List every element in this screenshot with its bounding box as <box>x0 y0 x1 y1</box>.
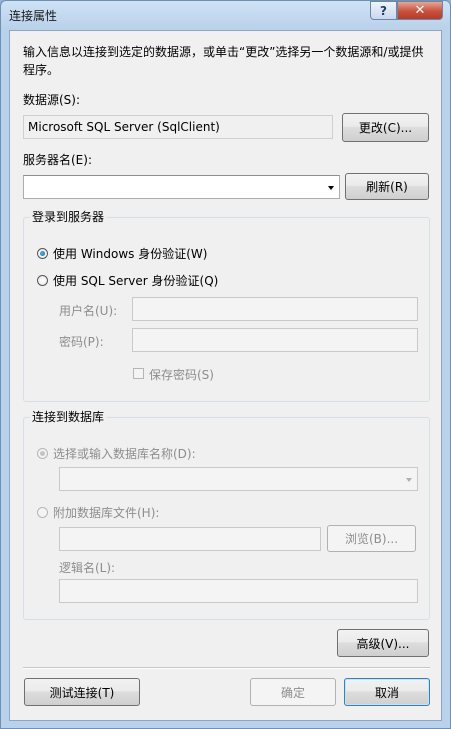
change-datasource-button[interactable]: 更改(C)... <box>342 113 429 142</box>
sql-auth-radio[interactable] <box>37 275 48 286</box>
select-db-label[interactable]: 选择或输入数据库名称(D): <box>53 445 196 462</box>
dialog-window: 连接属性 ? ✕ 输入信息以连接到选定的数据源，或单击“更改”选择另一个数据源和… <box>0 0 451 729</box>
logical-name-label: 逻辑名(L): <box>59 561 116 575</box>
test-connection-button[interactable]: 测试连接(T) <box>24 678 140 706</box>
windows-auth-radio[interactable] <box>37 248 48 259</box>
attach-db-label[interactable]: 附加数据库文件(H): <box>53 504 159 521</box>
window-title: 连接属性 <box>9 9 58 23</box>
password-input[interactable] <box>132 328 418 352</box>
sql-auth-label[interactable]: 使用 SQL Server 身份验证(Q) <box>53 272 218 289</box>
ok-button[interactable]: 确定 <box>250 678 336 706</box>
attach-db-input[interactable] <box>59 527 321 551</box>
advanced-button[interactable]: 高级(V)... <box>337 629 429 657</box>
divider <box>23 667 430 669</box>
close-icon[interactable]: ✕ <box>397 1 443 20</box>
datasource-label: 数据源(S): <box>23 93 81 107</box>
datasource-value: Microsoft SQL Server (SqlClient) <box>23 115 333 139</box>
help-icon[interactable]: ? <box>370 1 397 20</box>
save-password-checkbox[interactable] <box>133 368 144 379</box>
logical-name-input[interactable] <box>59 579 418 603</box>
browse-button[interactable]: 浏览(B)... <box>327 525 416 552</box>
dialog-client: 输入信息以连接到选定的数据源，或单击“更改”选择另一个数据源和/或提供程序。 数… <box>9 30 442 721</box>
username-input[interactable] <box>132 297 418 321</box>
windows-auth-label[interactable]: 使用 Windows 身份验证(W) <box>53 245 207 262</box>
chevron-down-icon[interactable] <box>406 478 412 482</box>
password-label: 密码(P): <box>59 335 104 349</box>
attach-db-radio[interactable] <box>37 507 48 518</box>
title-bar[interactable]: 连接属性 ? ✕ <box>1 1 450 30</box>
cancel-button[interactable]: 取消 <box>344 678 430 706</box>
database-group-title: 连接到数据库 <box>30 408 107 425</box>
server-label: 服务器名(E): <box>23 153 92 167</box>
instructions-text: 输入信息以连接到选定的数据源，或单击“更改”选择另一个数据源和/或提供程序。 <box>23 45 424 77</box>
username-label: 用户名(U): <box>59 304 118 318</box>
database-combobox[interactable] <box>59 467 418 491</box>
chevron-down-icon[interactable] <box>328 186 334 190</box>
server-combobox[interactable] <box>23 175 340 199</box>
login-group-title: 登录到服务器 <box>30 208 107 225</box>
save-password-label[interactable]: 保存密码(S) <box>149 366 214 383</box>
refresh-button[interactable]: 刷新(R) <box>345 173 429 200</box>
select-db-radio[interactable] <box>37 448 48 459</box>
